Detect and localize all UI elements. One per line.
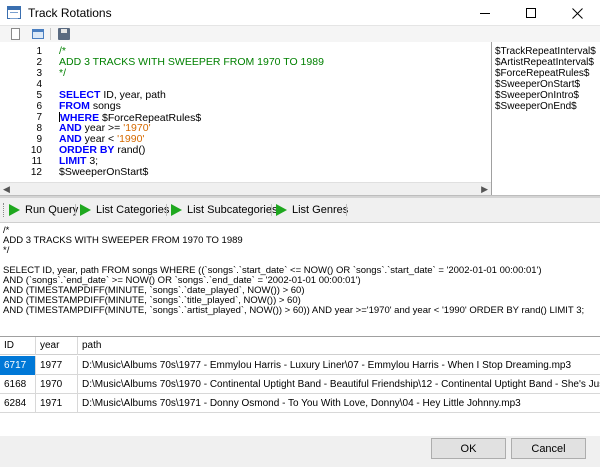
variable-item[interactable]: $SweeperOnEnd$ [495, 101, 600, 112]
line-number: 10 [30, 145, 42, 156]
play-icon [276, 204, 287, 216]
sql-line: ADD 3 TRACKS WITH SWEEPER FROM 1970 TO 1… [3, 235, 243, 246]
line-number: 5 [36, 90, 42, 101]
code-line: ORDER BY rand() [59, 145, 324, 156]
table-row[interactable]: 6717 1977 D:\Music\Albums 70s\1977 - Emm… [0, 356, 600, 375]
save-button[interactable] [57, 27, 71, 41]
minimize-icon [480, 12, 490, 14]
variable-item[interactable]: $SweeperOnStart$ [495, 79, 600, 90]
action-separator [75, 204, 76, 216]
maximize-button[interactable] [508, 0, 554, 26]
dialog-footer: OK Cancel [0, 436, 600, 467]
variable-item[interactable]: $ForceRepeatRules$ [495, 68, 600, 79]
variable-item[interactable]: $TrackRepeatInterval$ [495, 46, 600, 57]
line-number: 2 [36, 57, 42, 68]
play-icon [171, 204, 182, 216]
cell-id[interactable]: 6168 [0, 375, 36, 394]
results-grid[interactable]: ID year path 6717 1977 D:\Music\Albums 7… [0, 336, 600, 436]
cell-path[interactable]: D:\Music\Albums 70s\1971 - Donny Osmond … [78, 394, 600, 413]
code-token: ADD 3 TRACKS WITH SWEEPER FROM 1970 TO 1… [59, 56, 324, 68]
column-header-id[interactable]: ID [0, 337, 36, 355]
line-number: 12 [30, 167, 42, 178]
editor-horizontal-scrollbar[interactable]: ◀ ▶ [0, 182, 491, 195]
cell-year[interactable]: 1971 [36, 394, 78, 413]
query-editor[interactable]: 1 2 3 4 5 6 7 8 9 10 11 12 /* ADD 3 TRACKS WITH SWEE… [0, 42, 491, 182]
line-number: 1 [36, 46, 42, 57]
list-subcategories-label: List Subcategories [187, 204, 278, 216]
minimize-button[interactable] [462, 0, 508, 26]
toolbar [0, 26, 600, 42]
variable-item[interactable]: $ArtistRepeatInterval$ [495, 57, 600, 68]
action-separator [166, 204, 167, 216]
title-bar: Track Rotations [0, 0, 600, 26]
scroll-right-icon[interactable]: ▶ [481, 184, 488, 195]
sql-line: AND (TIMESTAMPDIFF(MINUTE, `songs`.`arti… [3, 305, 585, 316]
toolbar-separator [50, 28, 51, 40]
cell-id[interactable]: 6284 [0, 394, 36, 413]
line-number: 8 [36, 123, 42, 134]
list-subcategories-button[interactable]: List Subcategories [171, 201, 278, 219]
run-query-button[interactable]: Run Query [9, 201, 78, 219]
list-genres-label: List Genres [292, 204, 349, 216]
code-token: FROM [59, 100, 90, 112]
variable-item[interactable]: $SweeperOnIntro$ [495, 90, 600, 101]
run-query-label: Run Query [25, 204, 79, 216]
line-number: 9 [36, 134, 42, 145]
table-row[interactable]: 6284 1971 D:\Music\Albums 70s\1971 - Don… [0, 394, 600, 413]
close-button[interactable] [554, 0, 600, 26]
cell-path[interactable]: D:\Music\Albums 70s\1970 - Continental U… [78, 375, 600, 394]
new-document-icon [11, 28, 20, 40]
line-number: 11 [31, 156, 42, 167]
line-number: 6 [36, 101, 42, 112]
list-categories-label: List Categories [96, 204, 170, 216]
line-number: 3 [36, 68, 42, 79]
cell-path[interactable]: D:\Music\Albums 70s\1977 - Emmylou Harri… [78, 356, 600, 375]
line-number: 7 [36, 112, 42, 123]
play-icon [9, 204, 20, 216]
maximize-icon [526, 8, 536, 18]
code-token: songs [89, 100, 121, 112]
action-separator [271, 204, 272, 216]
cell-year[interactable]: 1970 [36, 375, 78, 394]
scroll-left-icon[interactable]: ◀ [3, 184, 10, 195]
code-line: */ [59, 68, 324, 79]
cell-year[interactable]: 1977 [36, 356, 78, 375]
column-header-year[interactable]: year [36, 337, 78, 355]
code-line: FROM songs [59, 101, 324, 112]
app-icon [7, 6, 21, 19]
window-title: Track Rotations [28, 6, 112, 20]
play-icon [80, 204, 91, 216]
line-number: 4 [36, 79, 42, 90]
action-toolbar: Run Query List Categories List Subcatego… [0, 198, 600, 222]
generated-sql-output[interactable]: /* ADD 3 TRACKS WITH SWEEPER FROM 1970 TO… [0, 222, 600, 336]
code-line: $SweeperOnStart$ [59, 167, 324, 178]
code-token: $SweeperOnStart$ [59, 166, 149, 178]
sql-line: */ [3, 245, 10, 256]
ok-button[interactable]: OK [431, 438, 506, 459]
action-separator [346, 204, 347, 216]
new-button[interactable] [9, 27, 23, 41]
list-categories-button[interactable]: List Categories [80, 201, 169, 219]
list-genres-button[interactable]: List Genres [276, 201, 348, 219]
code-line: ADD 3 TRACKS WITH SWEEPER FROM 1970 TO 1… [59, 57, 324, 68]
cancel-button[interactable]: Cancel [511, 438, 586, 459]
code-token: rand() [114, 144, 146, 156]
results-header: ID year path [0, 337, 600, 355]
variable-list[interactable]: $TrackRepeatInterval$ $ArtistRepeatInterv… [491, 42, 600, 195]
cell-id[interactable]: 6717 [0, 356, 36, 375]
close-icon [571, 7, 583, 19]
line-number-gutter: 1 2 3 4 5 6 7 8 9 10 11 12 [0, 46, 48, 178]
code-area[interactable]: /* ADD 3 TRACKS WITH SWEEPER FROM 1970 TO… [59, 46, 324, 178]
column-header-path[interactable]: path [78, 337, 600, 355]
table-row[interactable]: 6168 1970 D:\Music\Albums 70s\1970 - Con… [0, 375, 600, 394]
toolbar-grip[interactable] [3, 203, 5, 217]
open-button[interactable] [31, 27, 45, 41]
